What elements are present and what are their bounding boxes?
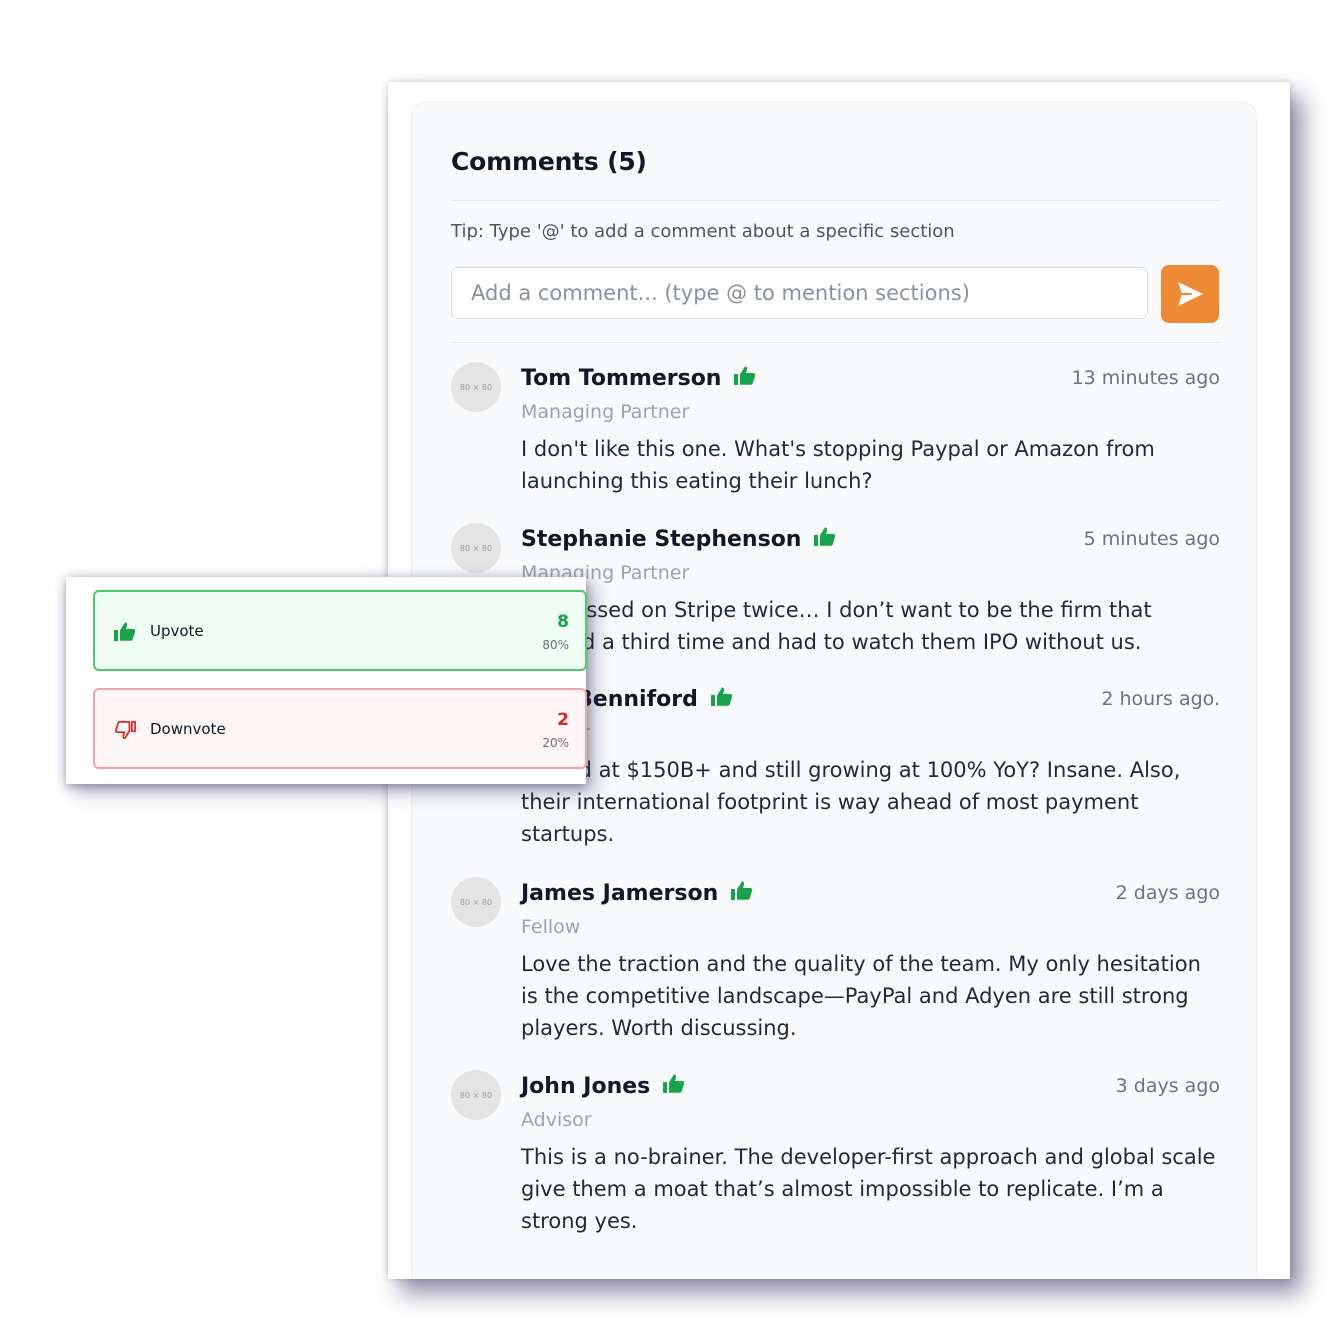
commenter-role: Fellow xyxy=(521,916,581,938)
commenter-name[interactable]: Stephanie Stephenson xyxy=(521,527,801,552)
commenter-role: Advisor xyxy=(521,1109,592,1131)
comment-timestamp: 5 minutes ago xyxy=(1083,528,1220,550)
comment-text: We passed on Stripe twice… I don’t want … xyxy=(521,598,1152,654)
downvote-label: Downvote xyxy=(150,720,226,738)
avatar: 80 × 80 xyxy=(451,362,501,412)
upvote-option[interactable]: Upvote 8 80% xyxy=(93,590,587,671)
comment-timestamp: 3 days ago xyxy=(1115,1075,1220,1097)
avatar: 80 × 80 xyxy=(451,523,501,573)
commenter-role: Managing Partner xyxy=(521,562,690,584)
commenter-name[interactable]: Tom Tommerson xyxy=(521,366,721,391)
vote-breakdown-popup: Upvote 8 80% Downvote 2 20% xyxy=(66,577,587,784)
thumbs-up-icon xyxy=(733,364,757,388)
thumbs-up-icon xyxy=(662,1072,686,1096)
divider xyxy=(451,200,1220,201)
downvote-option[interactable]: Downvote 2 20% xyxy=(93,688,587,769)
upvote-percent: 80% xyxy=(542,638,569,652)
commenter-name[interactable]: James Jamerson xyxy=(521,881,718,906)
send-arrow-icon xyxy=(1178,282,1203,306)
avatar: 80 × 80 xyxy=(451,1070,501,1120)
comment-text: Valued at $150B+ and still growing at 10… xyxy=(521,758,1181,846)
comment-text: This is a no-brainer. The developer-firs… xyxy=(521,1145,1216,1233)
thumbs-up-icon xyxy=(813,525,837,549)
thumbs-up-icon xyxy=(113,620,137,644)
send-button[interactable] xyxy=(1161,265,1219,323)
comment-text: Love the traction and the quality of the… xyxy=(521,952,1201,1040)
page-title: Comments (5) xyxy=(451,147,647,176)
tip-text: Tip: Type '@' to add a comment about a s… xyxy=(451,221,955,242)
upvote-label: Upvote xyxy=(150,622,204,640)
comment-text: I don't like this one. What's stopping P… xyxy=(521,437,1155,493)
comment-input[interactable] xyxy=(451,267,1148,319)
thumbs-up-icon xyxy=(710,685,734,709)
thumbs-up-icon xyxy=(730,879,754,903)
comment-timestamp: 2 hours ago. xyxy=(1101,688,1220,710)
commenter-role: Partner xyxy=(521,718,1220,748)
commenter-role: Managing Partner xyxy=(521,401,690,423)
thumbs-down-icon xyxy=(114,720,137,740)
comment-timestamp: 13 minutes ago xyxy=(1071,367,1221,389)
downvote-count: 2 xyxy=(557,710,569,730)
divider xyxy=(451,342,1220,343)
avatar: 80 × 80 xyxy=(451,877,501,927)
comment-timestamp: 2 days ago xyxy=(1115,882,1220,904)
commenter-name[interactable]: John Jones xyxy=(521,1074,650,1099)
downvote-percent: 20% xyxy=(542,736,569,750)
upvote-count: 8 xyxy=(557,612,569,632)
